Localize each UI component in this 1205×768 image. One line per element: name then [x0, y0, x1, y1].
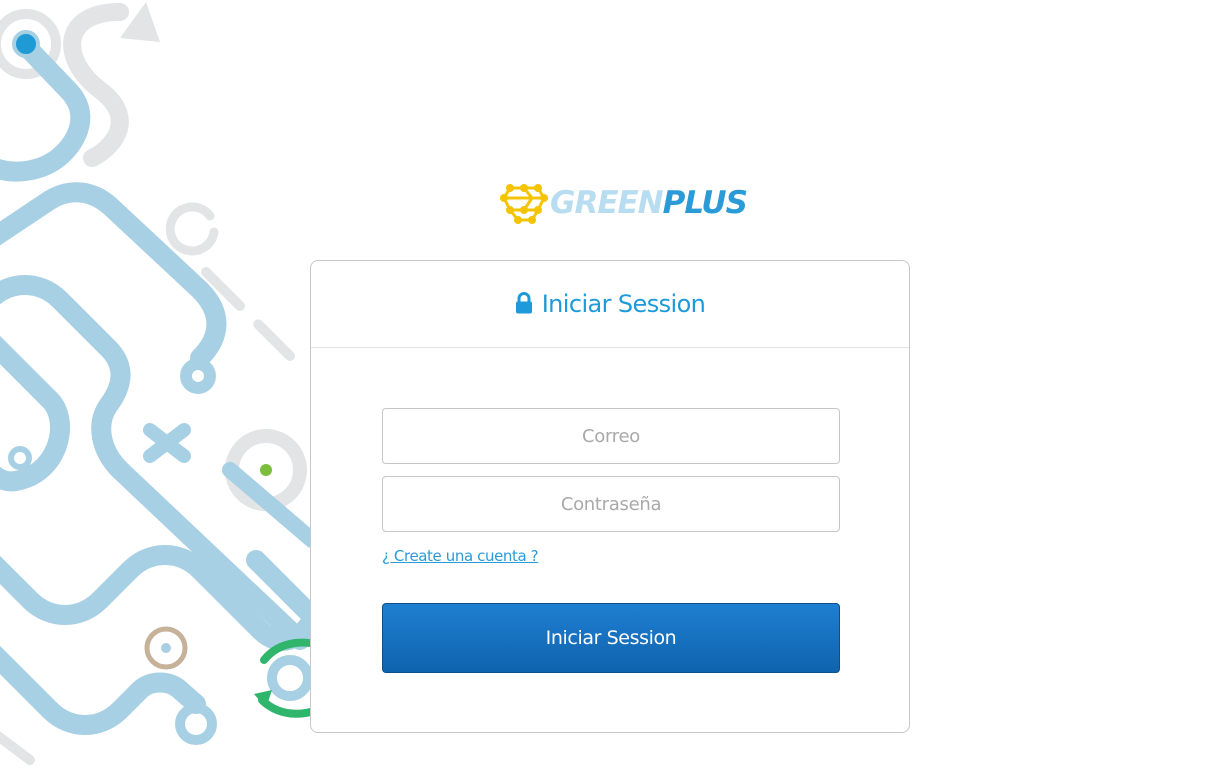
- brand-name: GREENPLUS: [550, 180, 748, 226]
- brand-name-part1: GREEN: [550, 185, 664, 221]
- lock-icon: [515, 291, 532, 313]
- molecule-icon: [500, 184, 548, 224]
- login-button[interactable]: Iniciar Session: [382, 603, 840, 673]
- page-title: Iniciar Session: [541, 290, 706, 318]
- decorative-background-art: [0, 2, 312, 765]
- login-card: Iniciar Session ¿ Create una cuenta ? In…: [310, 260, 910, 733]
- password-field[interactable]: [382, 476, 840, 532]
- email-field[interactable]: [382, 408, 840, 464]
- brand-logo: GREENPLUS: [498, 180, 748, 226]
- login-card-header: Iniciar Session: [311, 261, 909, 348]
- create-account-link[interactable]: ¿ Create una cuenta ?: [382, 547, 539, 565]
- brand-name-part2: PLUS: [662, 185, 748, 221]
